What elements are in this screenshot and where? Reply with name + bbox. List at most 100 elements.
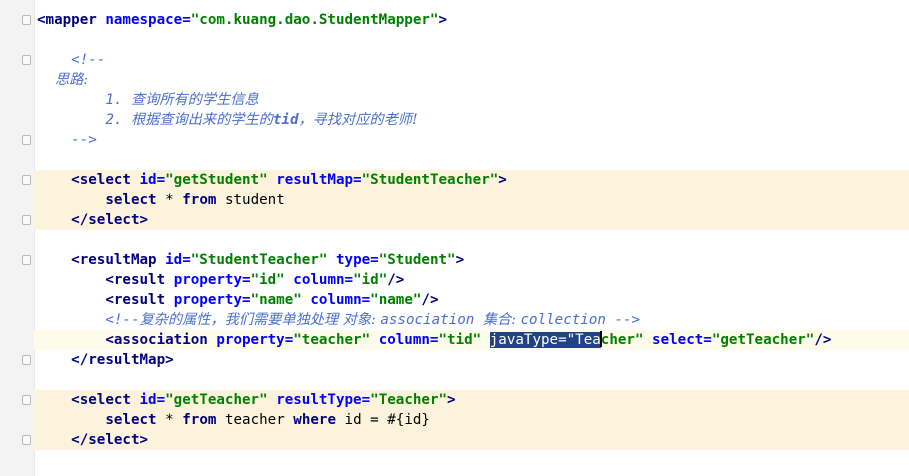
code-token: column= — [378, 332, 439, 348]
code-token: "name" — [370, 292, 422, 308]
code-token: <association — [105, 332, 217, 348]
code-token: id= — [139, 172, 166, 188]
code-token: teacher — [224, 412, 294, 428]
code-token: 2. — [37, 112, 131, 128]
code-token: 集合: — [482, 312, 521, 328]
code-line[interactable]: <mapper namespace="com.kuang.dao.Student… — [34, 10, 909, 30]
code-token: /> — [421, 292, 439, 308]
code-token: "Student" — [378, 252, 456, 268]
code-token: "StudentTeacher" — [361, 172, 499, 188]
fold-marker-icon[interactable] — [22, 215, 31, 225]
code-token: > — [455, 252, 465, 268]
code-token: 根据查询出来的学生的 — [130, 112, 273, 128]
fold-marker-icon[interactable] — [22, 395, 31, 405]
code-line[interactable]: --> — [34, 130, 909, 150]
code-line[interactable]: 思路: — [34, 70, 909, 90]
code-token: "com.kuang.dao.StudentMapper" — [190, 12, 439, 28]
code-token: select= — [652, 332, 712, 348]
code-line[interactable]: <resultMap id="StudentTeacher" type="Stu… — [34, 250, 909, 270]
code-line[interactable]: <!--复杂的属性，我们需要单独处理 对象: association 集合: c… — [34, 310, 909, 330]
code-token: resultType= — [276, 392, 371, 408]
code-line[interactable]: <result property="id" column="id"/> — [34, 270, 909, 290]
code-line[interactable]: </select> — [34, 210, 909, 230]
code-token: <resultMap — [71, 252, 166, 268]
code-token: "getTeacher" — [165, 392, 277, 408]
code-editor[interactable]: <mapper namespace="com.kuang.dao.Student… — [34, 0, 909, 476]
code-token: <!-- — [105, 312, 140, 328]
code-line[interactable] — [34, 150, 909, 170]
fold-marker-icon[interactable] — [22, 135, 31, 145]
code-token: 1. — [37, 92, 131, 108]
code-line[interactable]: <select id="getStudent" resultMap="Stude… — [34, 170, 909, 190]
code-line[interactable] — [34, 230, 909, 250]
code-line[interactable]: select * from student — [34, 190, 909, 210]
code-line[interactable]: <association property="teacher" column="… — [34, 330, 909, 350]
code-token: "Teacher" — [370, 392, 448, 408]
code-line[interactable]: <!-- — [34, 50, 909, 70]
fold-marker-icon[interactable] — [22, 355, 31, 365]
code-line[interactable] — [34, 30, 909, 50]
code-token: <select — [71, 172, 140, 188]
code-token: namespace= — [105, 12, 191, 28]
code-line[interactable]: select * from teacher where id = #{id} — [34, 410, 909, 430]
code-token: property= — [173, 292, 251, 308]
code-token: 复杂的属性，我们需要单独处理 对象: — [139, 312, 381, 328]
code-token: type= — [335, 252, 379, 268]
code-token: > — [447, 392, 456, 408]
code-token: <mapper — [37, 12, 106, 28]
code-line[interactable] — [34, 450, 909, 470]
code-token: "StudentTeacher" — [190, 252, 336, 268]
code-token: "id" — [250, 272, 294, 288]
code-token: <!-- — [37, 52, 106, 68]
code-token: cher" — [600, 332, 653, 348]
code-token: </select> — [71, 432, 149, 448]
code-token: > — [498, 172, 507, 188]
code-token: </select> — [71, 212, 149, 228]
code-token: 思路: — [37, 72, 89, 88]
fold-marker-icon[interactable] — [22, 175, 31, 185]
code-token: select — [105, 412, 166, 428]
code-token: tid — [272, 112, 299, 128]
code-token: <result — [105, 292, 174, 308]
code-line[interactable]: 2. 根据查询出来的学生的tid，寻找对应的老师! — [34, 110, 909, 130]
editor-gutter — [0, 0, 35, 476]
code-token: select — [105, 192, 166, 208]
code-token: --> — [37, 132, 97, 148]
code-token: from — [182, 412, 225, 428]
code-token: "tid" — [438, 332, 490, 348]
code-line[interactable]: <result property="name" column="name"/> — [34, 290, 909, 310]
code-line[interactable]: 1. 查询所有的学生信息 — [34, 90, 909, 110]
code-token: collection --> — [520, 312, 641, 328]
code-token: </resultMap> — [71, 352, 174, 368]
code-token: <result — [105, 272, 174, 288]
code-token: association — [380, 312, 483, 328]
code-token: /> — [387, 272, 405, 288]
code-token: * — [165, 412, 183, 428]
fold-marker-icon[interactable] — [22, 15, 31, 25]
fold-marker-icon[interactable] — [22, 255, 31, 265]
code-token: column= — [310, 292, 371, 308]
code-token: "getStudent" — [165, 172, 277, 188]
code-token: * — [165, 192, 183, 208]
code-line[interactable]: <select id="getTeacher" resultType="Teac… — [34, 390, 909, 410]
code-line[interactable]: </select> — [34, 430, 909, 450]
code-line[interactable] — [34, 370, 909, 390]
code-token: id= — [139, 392, 166, 408]
code-line[interactable]: </resultMap> — [34, 350, 909, 370]
code-token: "getTeacher" — [711, 332, 815, 348]
code-token: > — [438, 12, 448, 28]
code-token: resultMap= — [276, 172, 362, 188]
code-token: from — [182, 192, 225, 208]
fold-marker-icon[interactable] — [22, 435, 31, 445]
code-token: id= — [165, 252, 191, 268]
code-token: property= — [216, 332, 294, 348]
fold-marker-icon[interactable] — [22, 55, 31, 65]
